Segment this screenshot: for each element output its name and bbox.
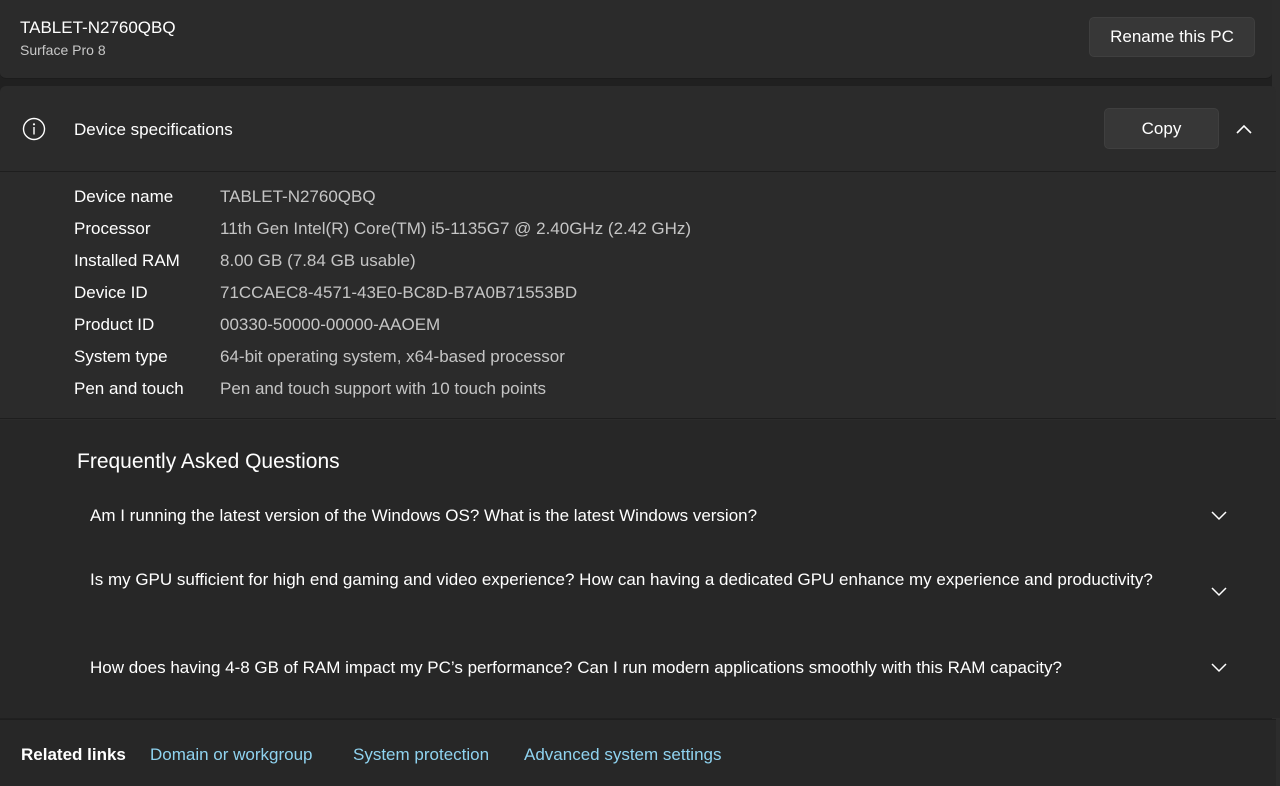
spec-row: Pen and touch Pen and touch support with…: [74, 379, 974, 403]
spec-row: System type 64-bit operating system, x64…: [74, 347, 974, 371]
chevron-up-icon[interactable]: [1234, 121, 1254, 137]
spec-label: Pen and touch: [74, 379, 184, 398]
faq-question: Is my GPU sufficient for high end gaming…: [90, 570, 1153, 589]
spec-row: Device ID 71CCAEC8-4571-43E0-BC8D-B7A0B7…: [74, 283, 974, 307]
copy-button[interactable]: Copy: [1104, 108, 1219, 149]
spec-value: Pen and touch support with 10 touch poin…: [220, 379, 547, 398]
spec-label: System type: [74, 347, 168, 366]
spec-label: Installed RAM: [74, 251, 180, 270]
chevron-down-icon[interactable]: [1210, 509, 1228, 521]
device-specifications-title: Device specifications: [74, 120, 233, 139]
spec-value: 64-bit operating system, x64-based proce…: [220, 347, 565, 366]
faq-item-windows-version[interactable]: Am I running the latest version of the W…: [90, 503, 1240, 528]
faq-item-ram[interactable]: How does having 4-8 GB of RAM impact my …: [90, 655, 1240, 680]
device-name: TABLET-N2760QBQ: [20, 18, 176, 37]
faq-item-gpu[interactable]: Is my GPU sufficient for high end gaming…: [90, 567, 1240, 617]
spec-label: Processor: [74, 219, 151, 238]
related-links-section: Related links Domain or workgroup System…: [0, 719, 1276, 786]
chevron-down-icon[interactable]: [1210, 661, 1228, 673]
info-icon: [22, 117, 46, 141]
spec-label: Product ID: [74, 315, 155, 334]
faq-section: Frequently Asked Questions Am I running …: [0, 420, 1280, 718]
spec-value: 00330-50000-00000-AAOEM: [220, 315, 441, 334]
rename-pc-button[interactable]: Rename this PC: [1089, 17, 1255, 57]
spec-value: TABLET-N2760QBQ: [220, 187, 376, 206]
spec-value: 11th Gen Intel(R) Core(TM) i5-1135G7 @ 2…: [220, 219, 692, 238]
device-card: TABLET-N2760QBQ Surface Pro 8 Rename thi…: [0, 0, 1272, 79]
spec-row: Product ID 00330-50000-00000-AAOEM: [74, 315, 974, 339]
chevron-down-icon[interactable]: [1210, 585, 1228, 597]
spec-value: 8.00 GB (7.84 GB usable): [220, 251, 416, 270]
related-links-title: Related links: [21, 745, 126, 764]
link-domain-or-workgroup[interactable]: Domain or workgroup: [150, 745, 313, 765]
spec-row: Processor 11th Gen Intel(R) Core(TM) i5-…: [74, 219, 974, 243]
device-specifications-header[interactable]: Device specifications Copy: [0, 86, 1276, 172]
spec-value: 71CCAEC8-4571-43E0-BC8D-B7A0B71553BD: [220, 283, 578, 302]
faq-title: Frequently Asked Questions: [77, 450, 340, 473]
device-model: Surface Pro 8: [20, 42, 106, 58]
spec-label: Device ID: [74, 283, 148, 302]
link-advanced-system-settings[interactable]: Advanced system settings: [524, 745, 721, 765]
about-page: TABLET-N2760QBQ Surface Pro 8 Rename thi…: [0, 0, 1280, 786]
spec-label: Device name: [74, 187, 174, 206]
faq-question: Am I running the latest version of the W…: [90, 506, 758, 525]
link-system-protection[interactable]: System protection: [353, 745, 489, 765]
spec-row: Installed RAM 8.00 GB (7.84 GB usable): [74, 251, 974, 275]
faq-question: How does having 4-8 GB of RAM impact my …: [90, 658, 1062, 677]
spec-row: Device name TABLET-N2760QBQ: [74, 187, 974, 211]
